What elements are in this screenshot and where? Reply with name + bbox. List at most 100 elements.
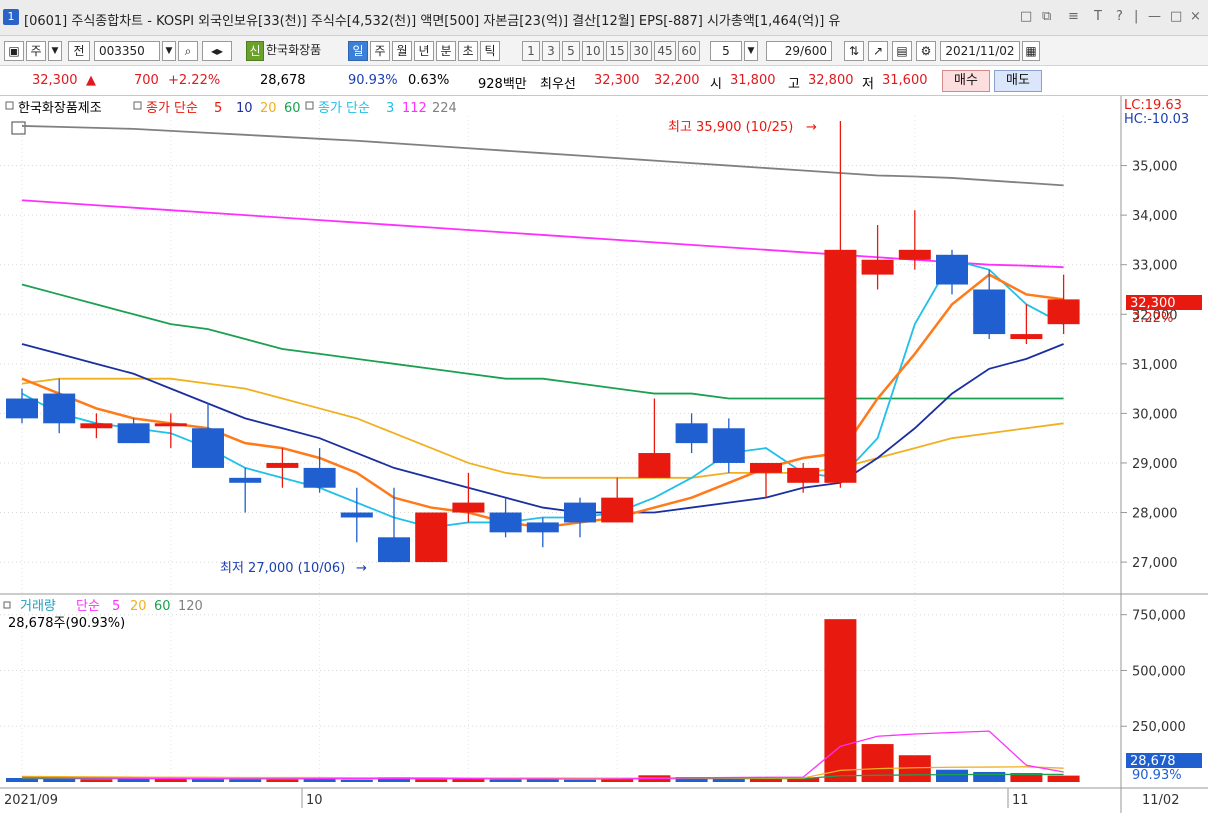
candle-body	[378, 537, 410, 563]
candle-body	[787, 467, 820, 483]
best-price-label: 최우선	[540, 77, 576, 92]
window-title: [0601] 주식종합차트 - KOSPI 외국인보유[33(천)] 주식수[4…	[24, 14, 841, 29]
ma-period-5: 5	[214, 101, 222, 116]
price-tick-label: 28,000	[1132, 507, 1178, 522]
interval-60[interactable]: 60	[678, 41, 700, 61]
stock-name: 한국화장품	[266, 43, 322, 57]
volume-bar[interactable]	[229, 779, 262, 782]
chevron-down-icon[interactable]: ▼	[48, 41, 62, 61]
tile-icon[interactable]: ⧉	[1042, 9, 1051, 24]
volume-bar[interactable]	[824, 619, 857, 782]
save-icon[interactable]: ▤	[892, 41, 912, 61]
interval-1[interactable]: 1	[522, 41, 540, 61]
buy-button[interactable]: 매수	[942, 70, 990, 92]
interval-10[interactable]: 10	[582, 41, 604, 61]
interval-30[interactable]: 30	[630, 41, 652, 61]
candle-body	[898, 249, 931, 260]
pin-icon[interactable]: ≡	[1068, 9, 1079, 24]
volume-bar[interactable]	[489, 779, 522, 782]
help-icon[interactable]: ?	[1116, 9, 1123, 24]
volume-bar[interactable]	[1047, 775, 1080, 782]
volume-tag-pct: 90.93%	[1132, 768, 1182, 783]
gear-icon[interactable]: ⚙	[916, 41, 936, 61]
price-tick-label: 27,000	[1132, 556, 1178, 571]
price-tick-label: 29,000	[1132, 457, 1178, 472]
volume-bar[interactable]	[973, 771, 1006, 782]
candle-body	[80, 423, 113, 429]
candle-body	[973, 289, 1006, 335]
restore-icon[interactable]: □	[1020, 9, 1032, 24]
ma-period-20: 20	[260, 101, 277, 116]
tab-week[interactable]: 주	[370, 41, 390, 61]
ma-group1-label: 종가 단순	[146, 101, 198, 116]
ma-group2-label: 종가 단순	[318, 101, 370, 116]
tab-day[interactable]: 일	[348, 41, 368, 61]
high-point-label: 최고 35,900 (10/25)	[668, 120, 793, 135]
tab-second[interactable]: 초	[458, 41, 478, 61]
volume-bar[interactable]	[415, 779, 448, 782]
search-icon[interactable]: ⌕	[178, 41, 198, 61]
tab-month[interactable]: 월	[392, 41, 412, 61]
interval-dropdown-icon[interactable]: ▼	[744, 41, 758, 61]
volume-bar[interactable]	[192, 779, 224, 782]
screen-icon[interactable]: ▣	[4, 41, 24, 61]
calendar-icon[interactable]: ▦	[1022, 41, 1040, 61]
x-label-month-09: 2021/09	[4, 793, 58, 808]
candle[interactable]	[415, 512, 448, 563]
minimize-icon[interactable]: —	[1148, 9, 1161, 24]
range-mode-button[interactable]: 전	[68, 41, 90, 61]
volume-bar[interactable]	[340, 779, 373, 782]
interval-5[interactable]: 5	[562, 41, 580, 61]
up-arrow-icon: ▲	[86, 73, 96, 88]
draw-tool-icon[interactable]: ↗	[868, 41, 888, 61]
chart-area[interactable]: 한국화장품제조 종가 단순 5 10 20 60 종가 단순 3 112 224…	[0, 96, 1208, 813]
new-badge: 신	[246, 41, 264, 61]
candle-body	[824, 249, 857, 483]
price-tag-value: 32,300	[1130, 296, 1176, 311]
table-icon[interactable]	[11, 121, 26, 135]
candle-body	[861, 259, 894, 275]
code-dropdown-icon[interactable]: ▼	[162, 41, 176, 61]
price-tick-label: 30,000	[1132, 407, 1178, 422]
interval-3[interactable]: 3	[542, 41, 560, 61]
candle-body	[489, 512, 522, 533]
maximize-icon[interactable]: □	[1170, 9, 1182, 24]
legend-box-icon	[133, 101, 142, 110]
date-input[interactable]: 2021/11/02	[940, 41, 1020, 61]
speaker-icon[interactable]: ◂▸	[202, 41, 232, 61]
candle-body	[192, 428, 224, 468]
price-tick-label: 35,000	[1132, 160, 1178, 175]
volume-tick-label: 750,000	[1132, 609, 1186, 624]
compare-icon[interactable]: ⇅	[844, 41, 864, 61]
high-price: 32,800	[808, 73, 854, 88]
best-ask: 32,300	[594, 73, 640, 88]
low-arrow-icon: →	[356, 561, 367, 576]
volume-bar[interactable]	[266, 779, 299, 782]
volume-bar[interactable]	[80, 779, 113, 782]
candle-body	[415, 512, 448, 563]
candle-body	[936, 254, 968, 285]
high-arrow-icon: →	[806, 120, 817, 135]
period-mode-select[interactable]: 주	[26, 41, 46, 61]
trade-amount: 928백만	[478, 77, 527, 92]
volume-bar[interactable]	[564, 779, 596, 782]
interval-input[interactable]: 5	[710, 41, 742, 61]
close-icon[interactable]: ×	[1190, 9, 1201, 24]
font-icon[interactable]: T	[1094, 9, 1102, 24]
volume-bar[interactable]	[154, 778, 187, 782]
volume-bar[interactable]	[936, 769, 968, 782]
interval-45[interactable]: 45	[654, 41, 676, 61]
stock-code-input[interactable]: 003350	[94, 41, 160, 61]
vol-ma-5: 5	[112, 599, 120, 614]
tab-minute[interactable]: 분	[436, 41, 456, 61]
volume-bar[interactable]	[861, 744, 894, 782]
interval-15[interactable]: 15	[606, 41, 628, 61]
price-change-pct: +2.22%	[168, 73, 221, 88]
volume-tag-value: 28,678	[1130, 754, 1176, 769]
x-label-last-date: 11/02	[1142, 793, 1179, 808]
tab-tick[interactable]: 틱	[480, 41, 500, 61]
tab-year[interactable]: 년	[414, 41, 434, 61]
bar-count-input[interactable]: 29/600	[766, 41, 832, 61]
candle-body	[43, 393, 76, 424]
sell-button[interactable]: 매도	[994, 70, 1042, 92]
